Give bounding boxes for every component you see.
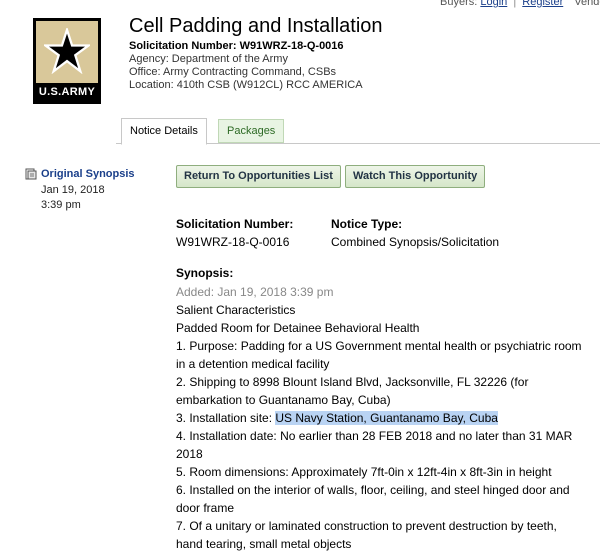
synopsis-body: Salient Characteristics Padded Room for … <box>176 301 586 553</box>
agency: Agency: Department of the Army <box>129 53 288 65</box>
solicitation-number-value: W91WRZ-18-Q-0016 <box>176 235 290 249</box>
synopsis-item-4: 4. Installation date: No earlier than 28… <box>176 429 573 461</box>
synopsis-time: 3:39 pm <box>41 199 81 211</box>
location: Location: 410th CSB (W912CL) RCC AMERICA <box>129 79 363 91</box>
synopsis-timestamp: Jan 19, 2018 3:39 pm <box>41 183 105 213</box>
buyers-label: Buyers: <box>440 0 478 8</box>
synopsis-item-1: 1. Purpose: Padding for a US Government … <box>176 339 582 371</box>
register-link[interactable]: Register <box>522 0 563 8</box>
document-icon <box>25 168 37 180</box>
item-3-prefix: 3. Installation site: <box>176 411 276 425</box>
item-3-highlight: US Navy Station, Guantanamo Bay, Cuba <box>275 411 498 425</box>
notice-meta: Solicitation Number: W91WRZ-18-Q-0016 Ag… <box>129 40 363 92</box>
synopsis-item-2: 2. Shipping to 8998 Blount Island Blvd, … <box>176 375 529 407</box>
solicitation-label: Solicitation Number: <box>129 40 237 52</box>
notice-type-label: Notice Type: <box>331 217 403 231</box>
synopsis-item-5: 5. Room dimensions: Approximately 7ft-0i… <box>176 465 552 479</box>
synopsis-added: Added: Jan 19, 2018 3:39 pm <box>176 285 334 299</box>
synopsis-item-6: 6. Installed on the interior of walls, f… <box>176 483 570 515</box>
vendors-label: Vendo <box>574 0 600 8</box>
solicitation-line: Solicitation Number: W91WRZ-18-Q-0016 <box>129 40 363 53</box>
synopsis-line-1: Salient Characteristics <box>176 303 296 317</box>
logo-text: U.S.ARMY <box>38 86 96 98</box>
synopsis-item-3: 3. Installation site: US Navy Station, G… <box>176 409 586 427</box>
solicitation-number-label: Solicitation Number: <box>176 217 294 231</box>
synopsis-item-7: 7. Of a unitary or laminated constructio… <box>176 519 557 551</box>
solicitation-number: W91WRZ-18-Q-0016 <box>239 40 344 52</box>
original-synopsis-link[interactable]: Original Synopsis <box>41 168 135 180</box>
synopsis-line-2: Padded Room for Detainee Behavioral Heal… <box>176 321 420 335</box>
tab-notice-details[interactable]: Notice Details <box>121 118 207 145</box>
separator: | <box>513 0 517 8</box>
login-link[interactable]: Login <box>480 0 507 8</box>
tab-packages[interactable]: Packages <box>218 119 285 143</box>
synopsis-label: Synopsis: <box>176 266 234 280</box>
top-utility-bar: Buyers: Login | Register Vendo <box>440 0 600 8</box>
return-to-list-button[interactable]: Return To Opportunities List <box>176 165 341 188</box>
watch-opportunity-button[interactable]: Watch This Opportunity <box>345 165 486 188</box>
notice-type-value: Combined Synopsis/Solicitation <box>331 235 500 249</box>
office: Office: Army Contracting Command, CSBs <box>129 66 337 78</box>
logo-star-panel <box>36 21 98 83</box>
army-logo: U.S.ARMY <box>33 18 101 104</box>
star-icon <box>44 28 90 74</box>
page-title: Cell Padding and Installation <box>129 15 383 37</box>
synopsis-date: Jan 19, 2018 <box>41 184 105 196</box>
